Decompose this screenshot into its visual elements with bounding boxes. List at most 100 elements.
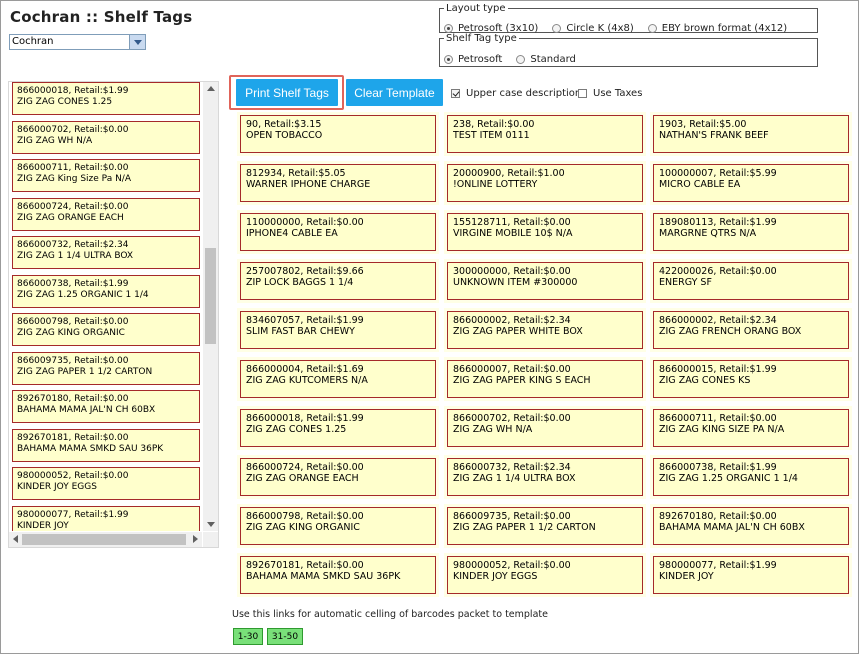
shelf-tag-cell[interactable]: 422000026, Retail:$0.00 ENERGY SF: [653, 262, 849, 300]
shelf-tag-cell[interactable]: 980000077, Retail:$1.99 KINDER JOY: [653, 556, 849, 594]
list-item[interactable]: 980000077, Retail:$1.99 KINDER JOY: [12, 505, 200, 531]
shelf-tag-cell[interactable]: 892670180, Retail:$0.00 BAHAMA MAMA JAL'N…: [653, 507, 849, 545]
horizontal-scrollbar[interactable]: [9, 532, 202, 547]
list-item-description: ZIG ZAG 1.25 ORGANIC 1 1/4: [17, 289, 149, 300]
upper-case-checkbox[interactable]: [451, 89, 460, 98]
shelf-tag-cell[interactable]: 20000900, Retail:$1.00 !ONLINE LOTTERY: [447, 164, 643, 202]
shelf-tag-code: 892670181, Retail:$0.00: [246, 560, 364, 571]
link-1-30[interactable]: 1-30: [233, 628, 263, 645]
list-item-description: ZIG ZAG WH N/A: [17, 135, 93, 146]
shelf-tag-description: OPEN TOBACCO: [246, 130, 323, 141]
shelf-tag-cell[interactable]: 1903, Retail:$5.00 NATHAN'S FRANK BEEF: [653, 115, 849, 153]
shelf-tag-type-legend: Shelf Tag type: [446, 33, 517, 44]
print-shelf-tags-button[interactable]: Print Shelf Tags: [236, 79, 338, 106]
shelf-tag-code: 20000900, Retail:$1.00: [453, 168, 565, 179]
list-item[interactable]: 892670181, Retail:$0.00 BAHAMA MAMA SMKD …: [12, 428, 200, 462]
list-item[interactable]: 866000732, Retail:$2.34 ZIG ZAG 1 1/4 ULT…: [12, 236, 200, 269]
radio-selected-icon[interactable]: [444, 55, 453, 64]
list-item-description: ZIG ZAG KING ORGANIC: [17, 328, 125, 338]
list-item-code: 866000738, Retail:$1.99: [17, 278, 129, 289]
list-item-description: ZIG ZAG PAPER 1 1/2 CARTON: [17, 366, 153, 377]
scroll-down-icon[interactable]: [207, 522, 215, 527]
list-item-code: 892670181, Retail:$0.00: [17, 432, 129, 443]
shelf-tag-cell[interactable]: 189080113, Retail:$1.99 MARGRNE QTRS N/A: [653, 213, 849, 251]
shelf-tag-code: 866000018, Retail:$1.99: [246, 413, 364, 424]
shelf-tag-description: SLIM FAST BAR CHEWY: [246, 326, 355, 337]
list-item[interactable]: 866000738, Retail:$1.99 ZIG ZAG 1.25 ORGA…: [12, 274, 200, 308]
tag-type-option-standard[interactable]: Standard: [516, 54, 576, 65]
shelf-tag-description: ENERGY SF: [659, 277, 712, 288]
shelf-tag-cell[interactable]: 866000738, Retail:$1.99 ZIG ZAG 1.25 ORGA…: [653, 458, 849, 496]
shelf-tag-cell[interactable]: 866000724, Retail:$0.00 ZIG ZAG ORANGE EA…: [240, 458, 436, 496]
shelf-tag-cell[interactable]: 866000732, Retail:$2.34 ZIG ZAG 1 1/4 ULT…: [447, 458, 643, 496]
link-31-50[interactable]: 31-50: [267, 628, 303, 645]
shelf-tag-description: ZIG ZAG PAPER KING S EACH: [453, 375, 591, 386]
shelf-tag-cell[interactable]: 866000002, Retail:$2.34 ZIG ZAG PAPER WHI…: [447, 311, 643, 349]
shelf-tag-cell[interactable]: 866000798, Retail:$0.00 ZIG ZAG KING ORGA…: [240, 507, 436, 545]
shelf-tag-description: MICRO CABLE EA: [659, 179, 741, 190]
list-item-description: ZIG ZAG CONES 1.25: [17, 97, 113, 107]
scroll-right-icon[interactable]: [193, 535, 198, 543]
shelf-tag-description: IPHONE4 CABLE EA: [246, 228, 338, 239]
shelf-tag-cell[interactable]: 866009735, Retail:$0.00 ZIG ZAG PAPER 1 1…: [447, 507, 643, 545]
shelf-tag-cell[interactable]: 300000000, Retail:$0.00 UNKNOWN ITEM #300…: [447, 262, 643, 300]
scroll-up-icon[interactable]: [207, 86, 215, 91]
shelf-tag-cell[interactable]: 866000015, Retail:$1.99 ZIG ZAG CONES KS: [653, 360, 849, 398]
shelf-tag-cell[interactable]: 238, Retail:$0.00 TEST ITEM 0111: [447, 115, 643, 153]
shelf-tag-description: ZIG ZAG KUTCOMERS N/A: [246, 375, 368, 386]
list-item[interactable]: 866000724, Retail:$0.00 ZIG ZAG ORANGE EA…: [12, 197, 200, 231]
radio-icon[interactable]: [647, 24, 657, 33]
list-item[interactable]: 892670180, Retail:$0.00 BAHAMA MAMA JAL'N…: [12, 390, 200, 423]
chevron-down-icon[interactable]: [129, 35, 145, 49]
shelf-tag-cell[interactable]: 155128711, Retail:$0.00 VIRGINE MOBILE 10…: [447, 213, 643, 251]
list-item[interactable]: 866009735, Retail:$0.00 ZIG ZAG PAPER 1 1…: [12, 351, 200, 385]
vertical-scrollbar[interactable]: [203, 82, 218, 531]
shelf-tag-cell[interactable]: 866000702, Retail:$0.00 ZIG ZAG WH N/A: [447, 409, 643, 447]
shelf-tag-cell[interactable]: 110000000, Retail:$0.00 IPHONE4 CABLE EA: [240, 213, 436, 251]
shelf-tag-type-group: Shelf Tag type Petrosoft Standard: [439, 33, 818, 67]
list-item[interactable]: 980000052, Retail:$0.00 KINDER JOY EGGS: [12, 467, 200, 500]
item-list-panel[interactable]: 866000018, Retail:$1.99 ZIG ZAG CONES 1.2…: [8, 81, 219, 548]
shelf-tag-code: 866000004, Retail:$1.69: [246, 364, 364, 375]
shelf-tag-cell[interactable]: 866000004, Retail:$1.69 ZIG ZAG KUTCOMERS…: [240, 360, 436, 398]
shelf-tag-cell[interactable]: 90, Retail:$3.15 OPEN TOBACCO: [240, 115, 436, 153]
shelf-tag-cell[interactable]: 866000711, Retail:$0.00 ZIG ZAG KING SIZE…: [653, 409, 849, 447]
radio-icon[interactable]: [552, 24, 562, 33]
list-item[interactable]: 866000798, Retail:$0.00 ZIG ZAG KING ORGA…: [12, 313, 200, 346]
shelf-tag-description: ZIP LOCK BAGGS 1 1/4: [246, 277, 354, 288]
radio-selected-icon[interactable]: [444, 24, 453, 33]
list-item[interactable]: 866000702, Retail:$0.00 ZIG ZAG WH N/A: [12, 120, 200, 154]
shelf-tag-cell[interactable]: 980000052, Retail:$0.00 KINDER JOY EGGS: [447, 556, 643, 594]
shelf-tag-description: KINDER JOY EGGS: [453, 571, 538, 582]
scroll-thumb[interactable]: [205, 248, 216, 344]
use-taxes-checkbox[interactable]: [578, 89, 587, 98]
scroll-thumb[interactable]: [22, 534, 186, 545]
footer-note: Use this links for automatic celling of …: [232, 609, 548, 620]
shelf-tag-code: 189080113, Retail:$1.99: [659, 217, 777, 228]
shelf-tag-cell[interactable]: 866000007, Retail:$0.00 ZIG ZAG PAPER KIN…: [447, 360, 643, 398]
scroll-left-icon[interactable]: [13, 535, 18, 543]
shelf-tag-cell[interactable]: 812934, Retail:$5.05 WARNER IPHONE CHARGE: [240, 164, 436, 202]
tag-type-option-petrosoft[interactable]: Petrosoft: [444, 54, 502, 65]
shelf-tag-cell[interactable]: 100000007, Retail:$5.99 MICRO CABLE EA: [653, 164, 849, 202]
shelf-tag-cell[interactable]: 834607057, Retail:$1.99 SLIM FAST BAR CHE…: [240, 311, 436, 349]
item-list[interactable]: 866000018, Retail:$1.99 ZIG ZAG CONES 1.2…: [9, 82, 202, 531]
list-item-description: BAHAMA MAMA SMKD SAU 36PK: [17, 443, 164, 454]
shelf-tag-description: NATHAN'S FRANK BEEF: [659, 130, 769, 141]
list-item[interactable]: 866000711, Retail:$0.00 ZIG ZAG King Size…: [12, 159, 200, 192]
radio-icon[interactable]: [516, 55, 526, 64]
shelf-tag-cell[interactable]: 866000018, Retail:$1.99 ZIG ZAG CONES 1.2…: [240, 409, 436, 447]
clear-template-button[interactable]: Clear Template: [346, 79, 443, 106]
shelf-tag-cell[interactable]: 257007802, Retail:$9.66 ZIP LOCK BAGGS 1 …: [240, 262, 436, 300]
shelf-tag-cell[interactable]: 866000002, Retail:$2.34 ZIG ZAG FRENCH OR…: [653, 311, 849, 349]
shelf-tag-description: ZIG ZAG CONES KS: [659, 375, 751, 386]
store-select[interactable]: Cochran: [9, 34, 146, 50]
shelf-tag-description: ZIG ZAG PAPER WHITE BOX: [453, 326, 583, 337]
list-item-description: KINDER JOY EGGS: [17, 482, 97, 492]
list-item-description: ZIG ZAG King Size Pa N/A: [17, 174, 131, 184]
list-item[interactable]: 866000018, Retail:$1.99 ZIG ZAG CONES 1.2…: [12, 82, 200, 115]
shelf-tag-cell[interactable]: 892670181, Retail:$0.00 BAHAMA MAMA SMKD …: [240, 556, 436, 594]
shelf-tag-description: ZIG ZAG PAPER 1 1/2 CARTON: [453, 522, 596, 533]
upper-case-option[interactable]: Upper case description: [451, 88, 581, 99]
use-taxes-option[interactable]: Use Taxes: [578, 88, 642, 99]
